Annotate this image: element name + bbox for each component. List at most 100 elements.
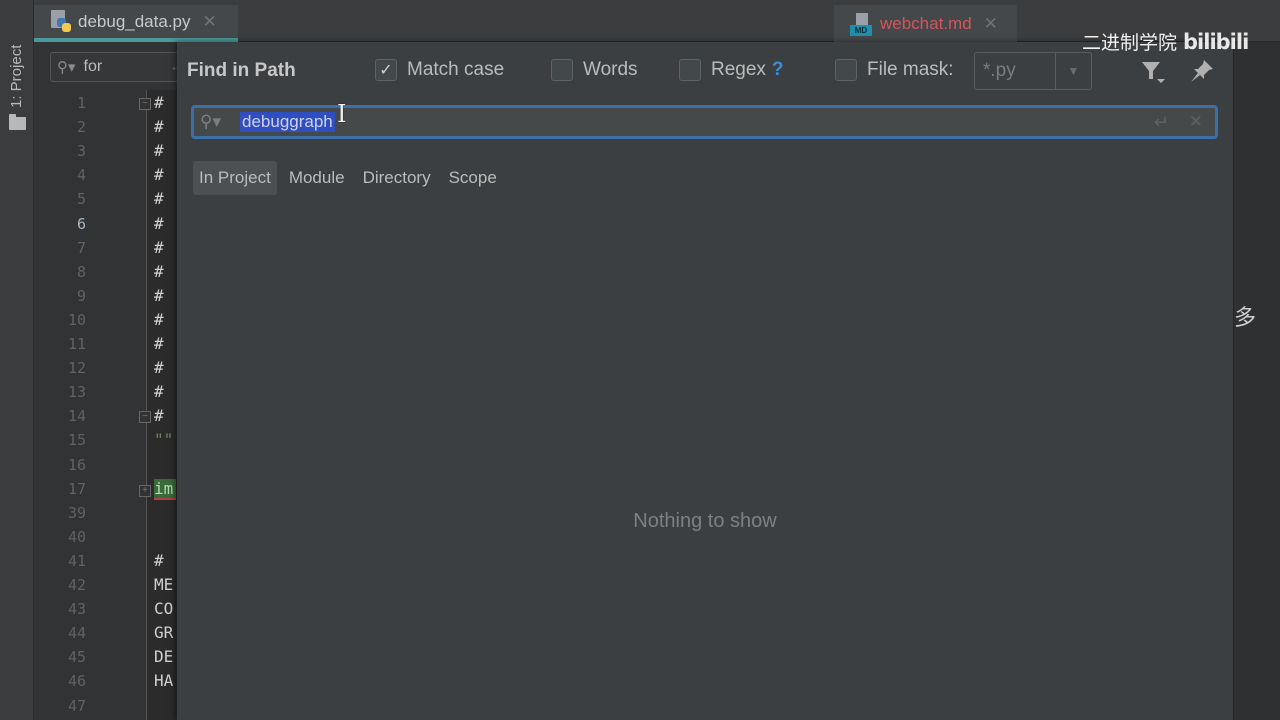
text-cursor-icon: I bbox=[337, 100, 347, 128]
ide-window: 1: Project debug_data.py ✕ MD webchat.md… bbox=[0, 0, 1280, 720]
empty-results-message: Nothing to show bbox=[633, 510, 777, 532]
line-number: 8 bbox=[76, 262, 86, 281]
line-number: 2 bbox=[76, 118, 86, 137]
code-line: # bbox=[154, 358, 164, 378]
code-line: HA bbox=[154, 671, 174, 691]
line-number: 7 bbox=[76, 238, 86, 257]
match-case-checkbox[interactable]: ✓ Match case bbox=[375, 59, 504, 81]
regex-help-icon[interactable]: ? bbox=[772, 59, 784, 81]
code-line: CO bbox=[154, 599, 174, 619]
fold-expand-icon[interactable]: + bbox=[139, 485, 151, 497]
line-number: 15 bbox=[67, 431, 86, 450]
scope-tab-module[interactable]: Module bbox=[283, 161, 351, 195]
code-line: # bbox=[154, 117, 164, 137]
file-mask-label: File mask: bbox=[867, 59, 954, 80]
regex-label: Regex bbox=[711, 59, 766, 80]
code-line: # bbox=[154, 285, 164, 305]
find-in-path-dialog: Find in Path ✓ Match case Words Regex ? … bbox=[177, 42, 1233, 720]
enter-icon[interactable]: ↵ bbox=[1154, 112, 1169, 133]
line-number: 44 bbox=[67, 624, 86, 643]
line-number: 9 bbox=[76, 286, 86, 305]
line-number: 39 bbox=[67, 503, 86, 522]
line-number: 13 bbox=[67, 383, 86, 402]
code-editor: ⚲▾ for ← 1#2#3#4#5#6#7#8#9#10#11#12#13#1… bbox=[34, 42, 200, 720]
line-number: 11 bbox=[67, 335, 86, 353]
code-line: # bbox=[154, 550, 164, 570]
chevron-down-icon[interactable]: ▼ bbox=[1055, 53, 1091, 89]
left-tool-strip: 1: Project bbox=[0, 0, 34, 720]
clear-icon[interactable]: ✕ bbox=[1189, 112, 1203, 132]
line-number: 4 bbox=[76, 166, 86, 185]
scope-tab-directory[interactable]: Directory bbox=[357, 161, 437, 195]
search-icon[interactable]: ⚲▾ bbox=[200, 112, 230, 132]
code-line: GR bbox=[154, 623, 174, 643]
code-line: # bbox=[154, 189, 164, 209]
search-icon: ⚲▾ bbox=[57, 59, 76, 76]
code-line: # bbox=[154, 237, 164, 257]
scope-tab-in-project[interactable]: In Project bbox=[193, 161, 277, 195]
project-tool-button[interactable]: 1: Project bbox=[0, 10, 34, 130]
code-line: """ bbox=[154, 430, 176, 450]
side-text: 多 bbox=[1234, 305, 1257, 330]
file-mask-value: *.py bbox=[983, 60, 1016, 81]
markdown-file-icon: MD bbox=[850, 11, 874, 37]
file-mask-checkbox[interactable]: File mask: bbox=[835, 59, 954, 81]
scope-tab-scope[interactable]: Scope bbox=[443, 161, 503, 195]
code-line: # bbox=[154, 213, 164, 233]
line-number: 14 bbox=[67, 407, 86, 426]
file-mask-combo[interactable]: *.py ▼ bbox=[974, 52, 1092, 90]
close-tab-icon[interactable]: ✕ bbox=[203, 12, 217, 32]
gutter-divider bbox=[146, 90, 147, 720]
editor-search-value: for bbox=[83, 58, 103, 75]
dialog-title: Find in Path bbox=[187, 60, 296, 81]
checkbox-icon bbox=[551, 59, 573, 81]
close-tab-icon[interactable]: ✕ bbox=[984, 14, 998, 34]
python-file-icon bbox=[50, 9, 72, 34]
code-line: DE bbox=[154, 647, 174, 667]
line-number: 1 bbox=[76, 94, 86, 112]
search-query-text: debuggraph bbox=[240, 112, 335, 132]
tab-webchat-md[interactable]: MD webchat.md ✕ bbox=[834, 5, 1017, 42]
code-line: # bbox=[154, 141, 164, 161]
folder-icon bbox=[9, 114, 26, 130]
fold-collapse-icon[interactable]: − bbox=[139, 411, 151, 423]
line-number: 40 bbox=[67, 527, 86, 546]
code-line: im bbox=[154, 478, 176, 500]
right-editor-area bbox=[1233, 42, 1280, 720]
words-checkbox[interactable]: Words bbox=[551, 59, 638, 81]
checkbox-icon bbox=[679, 59, 701, 81]
code-line: # bbox=[154, 93, 164, 112]
watermark-text: 二进制学院 bbox=[1082, 33, 1178, 54]
video-watermark: 二进制学院 bilibili bbox=[1082, 28, 1249, 55]
tab-title: webchat.md bbox=[880, 13, 972, 33]
line-number: 41 bbox=[67, 551, 86, 570]
bilibili-logo: bilibili bbox=[1183, 29, 1249, 54]
fold-collapse-icon[interactable]: − bbox=[139, 98, 151, 110]
scope-tabs: In Project Module Directory Scope bbox=[193, 161, 503, 195]
line-number: 10 bbox=[67, 310, 86, 329]
checkbox-icon bbox=[835, 59, 857, 81]
project-tool-label: 1: Project bbox=[8, 44, 25, 108]
checkbox-checked-icon: ✓ bbox=[375, 59, 397, 81]
code-line: # bbox=[154, 165, 164, 185]
code-line: # bbox=[154, 309, 164, 329]
filter-icon[interactable] bbox=[1140, 59, 1166, 85]
words-label: Words bbox=[583, 59, 638, 80]
line-number: 3 bbox=[76, 142, 86, 161]
tab-title: debug_data.py bbox=[78, 11, 191, 31]
line-number: 42 bbox=[67, 576, 86, 594]
code-line: # bbox=[154, 334, 164, 353]
pin-icon[interactable] bbox=[1189, 58, 1215, 84]
line-number: 12 bbox=[67, 359, 86, 378]
tab-debug-data-py[interactable]: debug_data.py ✕ bbox=[34, 5, 238, 42]
match-case-label: Match case bbox=[407, 59, 505, 80]
line-number: 16 bbox=[67, 455, 86, 474]
line-number: 6 bbox=[76, 214, 86, 233]
code-line: ME bbox=[154, 575, 174, 594]
line-number: 5 bbox=[76, 190, 86, 209]
code-line: # bbox=[154, 261, 164, 281]
regex-checkbox[interactable]: Regex ? bbox=[679, 59, 784, 81]
code-line: # bbox=[154, 382, 164, 402]
line-number: 17 bbox=[67, 479, 86, 498]
line-number: 47 bbox=[67, 696, 86, 715]
